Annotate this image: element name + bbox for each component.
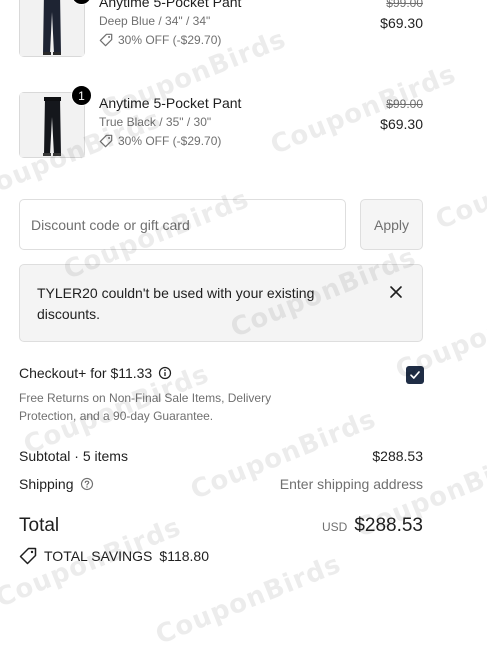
discount-text: 30% OFF (-$29.70) bbox=[118, 134, 222, 148]
checkout-plus-label: Checkout+ for $11.33 bbox=[19, 365, 153, 381]
total-savings: TOTAL SAVINGS $118.80 bbox=[19, 547, 209, 565]
checkout-plus-title: Checkout+ for $11.33 bbox=[19, 365, 172, 381]
original-price: $99.00 bbox=[386, 97, 423, 111]
subtotal-label: Subtotal · 5 items bbox=[19, 448, 128, 464]
product-variant: True Black / 35" / 30" bbox=[99, 115, 212, 129]
discount-text: 30% OFF (-$29.70) bbox=[118, 33, 222, 47]
subtotal-value: $288.53 bbox=[372, 448, 423, 464]
tag-icon bbox=[19, 547, 37, 565]
info-icon[interactable] bbox=[158, 366, 172, 380]
price: $69.30 bbox=[380, 15, 423, 31]
discount-line: 30% OFF (-$29.70) bbox=[99, 33, 221, 47]
quantity-badge: 1 bbox=[71, 85, 92, 106]
total-amount: USD $288.53 bbox=[322, 515, 423, 537]
product-image bbox=[20, 0, 84, 56]
close-icon[interactable] bbox=[388, 284, 404, 300]
shipping-label: Shipping bbox=[19, 476, 74, 492]
product-thumbnail: 1 bbox=[19, 85, 92, 158]
product-name: Anytime 5-Pocket Pant bbox=[99, 95, 242, 111]
currency-code: USD bbox=[321, 520, 348, 534]
price: $69.30 bbox=[380, 116, 423, 132]
shipping-value: Enter shipping address bbox=[279, 476, 423, 492]
shipping-label-wrap: Shipping bbox=[19, 476, 94, 492]
help-icon[interactable] bbox=[80, 477, 94, 491]
savings-value: $118.80 bbox=[159, 548, 209, 564]
apply-button[interactable]: Apply bbox=[360, 199, 423, 250]
checkout-plus-checkbox[interactable] bbox=[406, 366, 424, 384]
discount-line: 30% OFF (-$29.70) bbox=[99, 134, 221, 148]
product-thumbnail: 1 bbox=[19, 0, 92, 57]
tag-icon bbox=[99, 134, 113, 148]
total-value: $288.53 bbox=[354, 515, 423, 536]
checkout-plus-description: Free Returns on Non-Final Sale Items, De… bbox=[19, 391, 272, 423]
original-price: $99.00 bbox=[386, 0, 423, 10]
line-item: 1 Anytime 5-Pocket Pant Deep Blue / 34" … bbox=[19, 0, 423, 61]
total-label: Total bbox=[19, 515, 60, 536]
line-item: 1 Anytime 5-Pocket Pant True Black / 35"… bbox=[19, 85, 423, 162]
notice-message: TYLER20 couldn't be used with your exist… bbox=[37, 285, 315, 322]
product-name: Anytime 5-Pocket Pant bbox=[99, 0, 242, 10]
savings-label: TOTAL SAVINGS bbox=[44, 548, 153, 564]
product-variant: Deep Blue / 34" / 34" bbox=[99, 14, 211, 28]
watermark: CouponBirds bbox=[431, 134, 487, 236]
discount-code-input[interactable] bbox=[19, 199, 346, 250]
check-icon bbox=[410, 371, 420, 379]
tag-icon bbox=[99, 33, 113, 47]
discount-error-notice: TYLER20 couldn't be used with your exist… bbox=[19, 264, 423, 342]
